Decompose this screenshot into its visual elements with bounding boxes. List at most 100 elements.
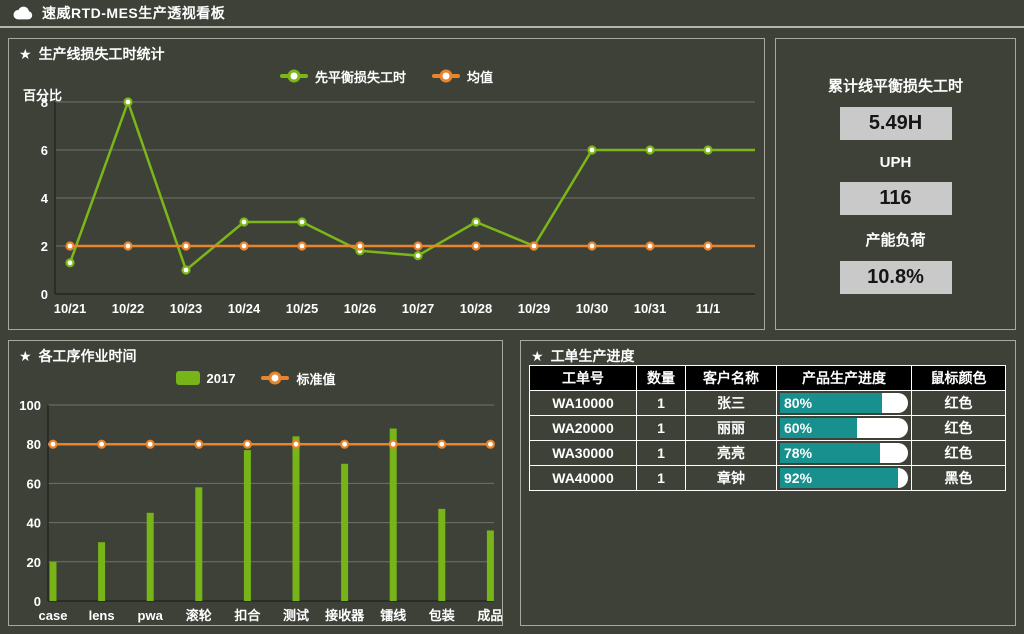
cell-order: WA10000 (530, 391, 637, 416)
cell-qty: 1 (637, 416, 686, 441)
svg-text:10/29: 10/29 (518, 301, 551, 316)
legend-label: 2017 (207, 371, 236, 386)
cell-color: 黑色 (912, 466, 1006, 491)
cell-color: 红色 (912, 391, 1006, 416)
cell-qty: 1 (637, 441, 686, 466)
svg-text:10/30: 10/30 (576, 301, 609, 316)
column-header: 鼠标颜色 (912, 366, 1006, 391)
svg-text:10/26: 10/26 (344, 301, 377, 316)
panel-title-label: 工单生产进度 (551, 346, 635, 366)
panel-work-orders: ★ 工单生产进度 工单号数量客户名称产品生产进度鼠标颜色 WA100001张三8… (520, 340, 1016, 626)
svg-text:40: 40 (27, 516, 41, 531)
table-row: WA100001张三 80% 红色 (530, 391, 1006, 416)
svg-text:测试: 测试 (283, 608, 309, 623)
svg-text:8: 8 (41, 97, 48, 110)
table-row: WA300001亮亮 78% 红色 (530, 441, 1006, 466)
svg-text:20: 20 (27, 555, 41, 570)
cell-qty: 1 (637, 466, 686, 491)
svg-text:滚轮: 滚轮 (186, 608, 212, 623)
legend-item-标准值[interactable]: 标准值 (261, 369, 335, 388)
svg-text:10/31: 10/31 (634, 301, 667, 316)
progress-label: 78% (784, 443, 812, 463)
svg-text:0: 0 (41, 287, 48, 302)
work-order-table: 工单号数量客户名称产品生产进度鼠标颜色 WA100001张三80%红色WA200… (529, 365, 1006, 491)
progress-label: 80% (784, 393, 812, 413)
legend-line-dot-icon (261, 376, 289, 380)
cell-customer: 章钟 (686, 466, 777, 491)
column-header: 客户名称 (686, 366, 777, 391)
svg-text:lens: lens (89, 608, 115, 623)
svg-text:成品: 成品 (477, 608, 502, 623)
legend-line-dot-icon (432, 74, 460, 78)
process-time-bar-chart: 020406080100caselenspwa滚轮扣合测试接收器镭线包装成品 (9, 393, 502, 627)
svg-text:10/21: 10/21 (54, 301, 87, 316)
svg-text:10/25: 10/25 (286, 301, 319, 316)
progress-track: 78% (780, 443, 908, 463)
svg-text:11/1: 11/1 (696, 301, 721, 316)
legend-label: 均值 (467, 67, 493, 86)
dashboard: 速威RTD-MES生产透视看板 ★ 生产线损失工时统计 先平衡损失工时均值 百分… (0, 0, 1024, 634)
svg-text:case: case (39, 608, 68, 623)
cell-color: 红色 (912, 416, 1006, 441)
svg-text:接收器: 接收器 (325, 608, 365, 623)
cell-customer: 亮亮 (686, 441, 777, 466)
legend-label: 先平衡损失工时 (315, 67, 406, 86)
cell-progress: 92% (777, 466, 912, 491)
column-header: 产品生产进度 (777, 366, 912, 391)
panel-title-loss-hours: ★ 生产线损失工时统计 (9, 39, 764, 64)
kpi-label-loss: 累计线平衡损失工时 (776, 75, 1015, 96)
star-icon: ★ (531, 349, 544, 363)
legend-process-time: 2017 标准值 (9, 366, 502, 390)
cell-color: 红色 (912, 441, 1006, 466)
svg-text:10/24: 10/24 (228, 301, 261, 316)
svg-text:pwa: pwa (138, 608, 164, 623)
svg-text:60: 60 (27, 476, 41, 491)
legend-line-dot-icon (280, 74, 308, 78)
progress-track: 80% (780, 393, 908, 413)
legend-item-2017[interactable]: 2017 (176, 371, 236, 386)
column-header: 工单号 (530, 366, 637, 391)
panel-loss-hours: ★ 生产线损失工时统计 先平衡损失工时均值 百分比 0246810/2110/2… (8, 38, 765, 330)
column-header: 数量 (637, 366, 686, 391)
panel-title-work-orders: ★ 工单生产进度 (521, 341, 1015, 366)
svg-text:10/23: 10/23 (170, 301, 203, 316)
app-title: 速威RTD-MES生产透视看板 (42, 3, 225, 23)
panel-title-process-time: ★ 各工序作业时间 (9, 341, 502, 366)
star-icon: ★ (19, 47, 32, 61)
kpi-label-uph: UPH (776, 154, 1015, 171)
cell-qty: 1 (637, 391, 686, 416)
svg-text:10/22: 10/22 (112, 301, 145, 316)
progress-track: 60% (780, 418, 908, 438)
progress-label: 92% (784, 468, 812, 488)
svg-text:4: 4 (41, 191, 49, 206)
loss-hours-line-chart: 0246810/2110/2210/2310/2410/2510/2610/27… (9, 97, 764, 329)
kpi-value-loss: 5.49H (840, 107, 952, 140)
top-bar: 速威RTD-MES生产透视看板 (0, 0, 1024, 28)
kpi-value-capacity: 10.8% (840, 261, 952, 294)
cell-progress: 78% (777, 441, 912, 466)
svg-text:10/27: 10/27 (402, 301, 435, 316)
table-row: WA200001丽丽 60% 红色 (530, 416, 1006, 441)
legend-swatch-icon (176, 371, 200, 385)
cell-order: WA40000 (530, 466, 637, 491)
svg-text:6: 6 (41, 143, 48, 158)
svg-text:包装: 包装 (429, 608, 455, 623)
svg-text:镭线: 镭线 (379, 608, 406, 623)
cell-customer: 张三 (686, 391, 777, 416)
legend-loss-hours: 先平衡损失工时 均值 (9, 64, 764, 88)
progress-label: 60% (784, 418, 812, 438)
kpi-value-uph: 116 (840, 182, 952, 215)
cell-customer: 丽丽 (686, 416, 777, 441)
panel-title-label: 生产线损失工时统计 (39, 44, 165, 64)
table-row: WA400001章钟 92% 黑色 (530, 466, 1006, 491)
cell-order: WA30000 (530, 441, 637, 466)
legend-item-先平衡损失工时[interactable]: 先平衡损失工时 (280, 67, 406, 86)
panel-kpi: 累计线平衡损失工时 5.49H UPH 116 产能负荷 10.8% (775, 38, 1016, 330)
kpi-label-capacity: 产能负荷 (776, 229, 1015, 250)
legend-item-均值[interactable]: 均值 (432, 67, 493, 86)
cell-progress: 60% (777, 416, 912, 441)
panel-title-label: 各工序作业时间 (39, 346, 137, 366)
svg-text:100: 100 (19, 398, 41, 413)
cell-order: WA20000 (530, 416, 637, 441)
svg-text:扣合: 扣合 (234, 608, 261, 623)
